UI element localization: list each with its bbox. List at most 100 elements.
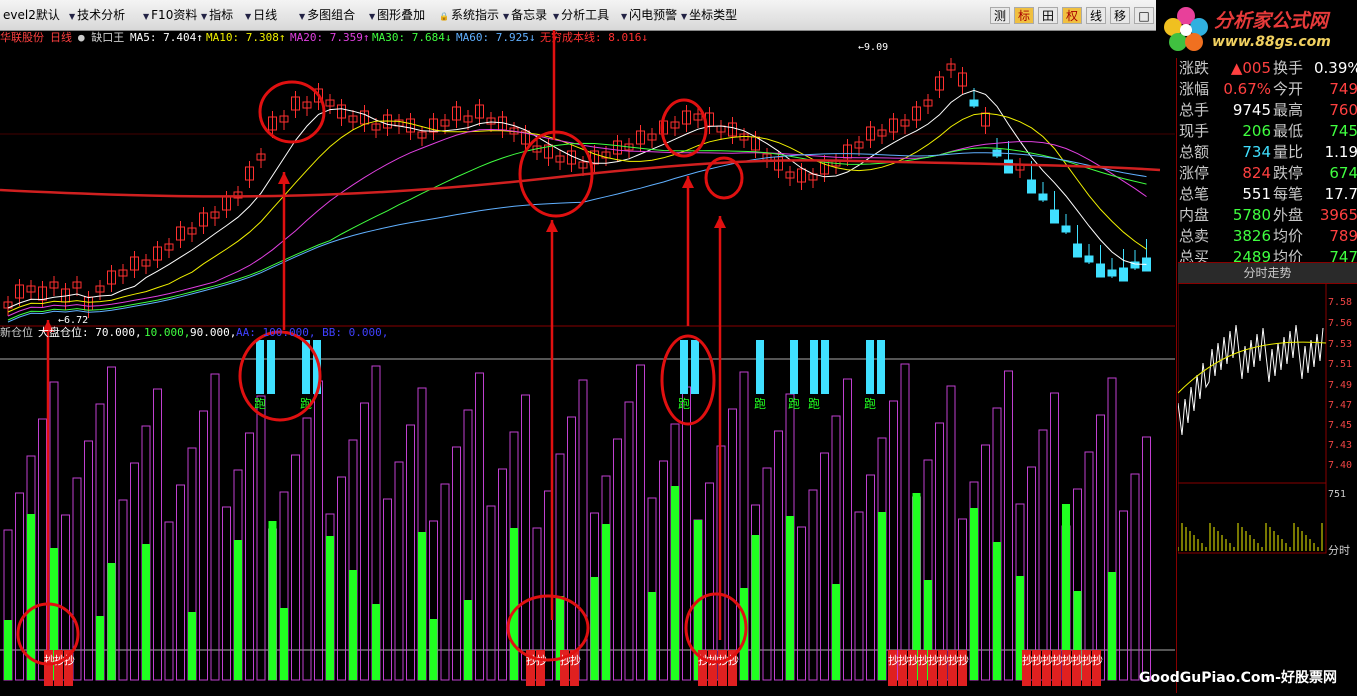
intraday-axis-5: 7.49 bbox=[1328, 380, 1353, 391]
position-bar bbox=[406, 424, 415, 681]
intraday-volume-label: 751 bbox=[1328, 489, 1347, 500]
quote-value: 674 bbox=[1329, 164, 1357, 182]
position-bar bbox=[118, 499, 128, 681]
menu-axis-type[interactable]: ▼ 坐标类型 bbox=[678, 7, 740, 24]
signal-bar bbox=[590, 577, 599, 680]
candle bbox=[1061, 225, 1071, 233]
menu-period[interactable]: ▼ 日线 bbox=[242, 7, 280, 24]
run-signal-label: 跑 bbox=[864, 397, 876, 411]
arrow-head bbox=[682, 176, 694, 188]
quote-label: 外盘 bbox=[1273, 206, 1304, 224]
quote-label: 跌停 bbox=[1273, 164, 1304, 182]
candle bbox=[1004, 159, 1013, 174]
intraday-title[interactable]: 分时走势 bbox=[1178, 262, 1357, 284]
quote-row: 涨停 824 跌停 674 bbox=[1177, 163, 1357, 184]
position-aa-bb: AA: 100.000, BB: 0.000, bbox=[236, 326, 388, 339]
candle bbox=[1119, 267, 1128, 282]
grid-button[interactable]: 田 bbox=[1038, 7, 1058, 24]
arrow-head bbox=[714, 216, 726, 228]
move-button[interactable]: 移 bbox=[1110, 7, 1130, 24]
quote-value: 0.67% bbox=[1223, 80, 1271, 98]
quote-label: 涨停 bbox=[1179, 164, 1210, 182]
position-bar bbox=[981, 444, 990, 681]
position-bar bbox=[820, 452, 829, 681]
menu-tools[interactable]: ▼ 分析工具 bbox=[550, 7, 612, 24]
signal-bar bbox=[326, 536, 334, 680]
position-bar bbox=[613, 438, 622, 681]
signal-bar bbox=[418, 532, 426, 680]
position-bar bbox=[567, 416, 576, 681]
run-signal-label: 跑 bbox=[808, 397, 820, 411]
menu-system[interactable]: 🔒 系统指示 bbox=[436, 7, 502, 24]
high-price-label: ←9.09 bbox=[858, 42, 888, 53]
main-chart[interactable]: 跑跑跑跑跑跑跑抄抄抄抄抄抄抄抄抄抄抄抄抄抄抄抄抄抄抄抄抄抄抄抄抄抄抄 ←6.72… bbox=[0, 30, 1175, 693]
quote-value: 3965 bbox=[1319, 206, 1357, 224]
ma5-line bbox=[7, 89, 1147, 309]
signal-bar bbox=[4, 620, 12, 680]
position-bar bbox=[164, 521, 174, 681]
intraday-axis-4: 7.51 bbox=[1328, 359, 1353, 370]
candle bbox=[1096, 263, 1105, 278]
candle bbox=[1027, 179, 1036, 194]
quote-row: 涨跌 ▲005 换手 0.39% bbox=[1177, 58, 1357, 79]
candle bbox=[1050, 209, 1059, 224]
quote-row: 总额 734 量比 1.19 bbox=[1177, 142, 1357, 163]
run-signal-bar bbox=[810, 340, 818, 394]
arrow-head bbox=[278, 172, 290, 184]
menu-multi-chart[interactable]: ▼ 多图组合 bbox=[296, 7, 358, 24]
menu-indicator[interactable]: ▼ 指标 bbox=[198, 7, 236, 24]
position-bar bbox=[1096, 414, 1105, 681]
intraday-axis-9: 7.40 bbox=[1328, 460, 1353, 471]
quote-label: 每笔 bbox=[1273, 185, 1304, 203]
menu-overlay[interactable]: ▼ 图形叠加 bbox=[366, 7, 428, 24]
quote-row: 涨幅 0.67% 今开 749 bbox=[1177, 79, 1357, 100]
quote-value: ▲005 bbox=[1230, 59, 1271, 77]
position-bar bbox=[1142, 436, 1151, 681]
signal-bar bbox=[970, 508, 978, 680]
market-position: 大盘仓位: 70.000, bbox=[38, 325, 142, 339]
menu-memo[interactable]: ▼ 备忘录 bbox=[500, 7, 550, 24]
measure-button[interactable]: 测 bbox=[990, 7, 1010, 24]
menu-f10[interactable]: ▼ F10资料 bbox=[140, 7, 200, 24]
run-signal-bar bbox=[267, 340, 275, 394]
ma20-line bbox=[7, 128, 1147, 317]
logo-url: www.88gs.com bbox=[1212, 34, 1331, 50]
quote-label: 总手 bbox=[1179, 101, 1210, 119]
signal-bar bbox=[648, 592, 656, 680]
position-bar bbox=[153, 388, 162, 681]
intraday-axis-6: 7.47 bbox=[1328, 400, 1353, 411]
menu-layout[interactable]: evel2默认 bbox=[0, 7, 63, 24]
position-bar bbox=[302, 417, 312, 681]
position-bar bbox=[245, 432, 254, 681]
position-bar bbox=[866, 474, 875, 681]
position-bar bbox=[360, 402, 369, 681]
position-bar bbox=[256, 395, 266, 681]
lower-indicator-title: 新仓位 bbox=[0, 325, 33, 339]
quote-value: 745 bbox=[1329, 122, 1357, 140]
position-bar bbox=[440, 483, 450, 681]
arrow-head bbox=[546, 220, 558, 232]
signal-bar bbox=[510, 528, 518, 680]
window-button[interactable]: □ bbox=[1134, 7, 1154, 24]
mark-button[interactable]: 标 bbox=[1014, 7, 1034, 24]
position-bar bbox=[808, 489, 818, 681]
watermark: GoodGuPiao.Com-好股票网 bbox=[1139, 670, 1337, 686]
menu-alert[interactable]: ▼ 闪电预警 bbox=[618, 7, 680, 24]
position-bar bbox=[199, 410, 208, 681]
quote-value: 789 bbox=[1329, 227, 1357, 245]
position-bar bbox=[486, 505, 496, 681]
position-bar bbox=[291, 454, 300, 681]
quote-row: 内盘 5780 外盘 3965 bbox=[1177, 205, 1357, 226]
position-v1: 10.000, bbox=[144, 326, 190, 339]
signal-bar bbox=[878, 512, 886, 680]
intraday-axis-1: 7.58 bbox=[1328, 297, 1353, 308]
rights-button[interactable]: 权 bbox=[1062, 7, 1082, 24]
menu-tech-analysis[interactable]: ▼ 技术分析 bbox=[66, 7, 128, 24]
run-signal-bar bbox=[691, 340, 699, 394]
run-signal-bar bbox=[680, 340, 688, 394]
line-button[interactable]: 线 bbox=[1086, 7, 1106, 24]
run-signal-label: 跑 bbox=[788, 397, 800, 411]
position-bar bbox=[383, 498, 392, 681]
position-bar bbox=[1038, 429, 1048, 681]
position-bar bbox=[176, 484, 185, 681]
